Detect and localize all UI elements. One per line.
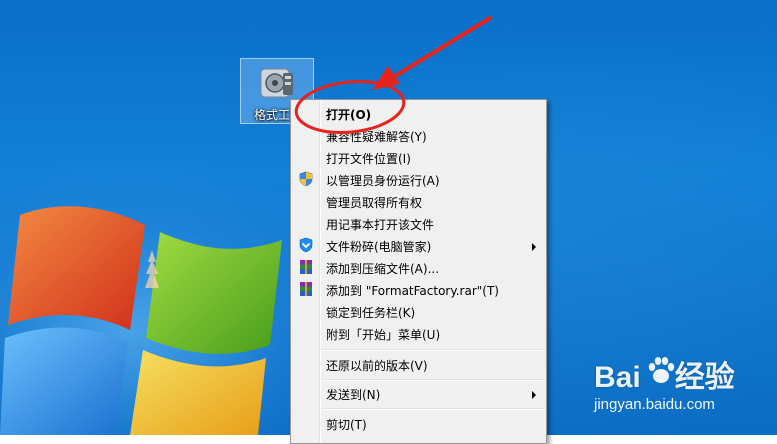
watermark-brand-left: Bai <box>594 361 641 394</box>
menu-item-open-file-location[interactable]: 打开文件位置(I) <box>293 147 544 168</box>
menu-item-label: 打开文件位置(I) <box>326 152 411 166</box>
menu-separator <box>322 349 544 351</box>
submenu-arrow-icon <box>532 391 536 399</box>
menu-item-pin-to-start[interactable]: 附到「开始」菜单(U) <box>293 323 544 344</box>
watermark-brand-right: 经验 <box>674 361 735 394</box>
menu-item-open[interactable]: 打开(O) <box>293 103 544 124</box>
uac-shield-icon <box>299 171 313 187</box>
menu-item-label: 附到「开始」菜单(U) <box>326 328 441 342</box>
menu-item-compat-troubleshoot[interactable]: 兼容性疑难解答(Y) <box>293 125 544 146</box>
menu-item-pin-to-taskbar[interactable]: 锁定到任务栏(K) <box>293 301 544 322</box>
menu-item-label: 文件粉碎(电脑管家) <box>326 240 432 254</box>
menu-item-send-to[interactable]: 发送到(N) <box>293 383 544 404</box>
menu-item-restore-previous-versions[interactable]: 还原以前的版本(V) <box>293 354 544 375</box>
menu-item-label: 用记事本打开该文件 <box>326 218 435 232</box>
submenu-arrow-icon <box>532 243 536 251</box>
menu-item-add-to-formatfactory-rar[interactable]: 添加到 "FormatFactory.rar"(T) <box>293 279 544 300</box>
menu-item-file-shredder[interactable]: 文件粉碎(电脑管家) <box>293 235 544 256</box>
format-factory-icon <box>260 68 293 98</box>
menu-separator <box>322 408 544 410</box>
menu-item-label: 锁定到任务栏(K) <box>326 306 416 320</box>
menu-item-label: 还原以前的版本(V) <box>326 359 428 373</box>
menu-item-take-ownership[interactable]: 管理员取得所有权 <box>293 191 544 212</box>
menu-item-open-with-notepad[interactable]: 用记事本打开该文件 <box>293 213 544 234</box>
menu-item-add-to-archive[interactable]: 添加到压缩文件(A)... <box>293 257 544 278</box>
menu-item-label: 发送到(N) <box>326 388 381 402</box>
menu-item-label: 以管理员身份运行(A) <box>326 174 440 188</box>
baidu-paw-icon <box>648 357 675 383</box>
menu-item-label: 剪切(T) <box>326 418 367 432</box>
menu-item-label: 添加到 "FormatFactory.rar"(T) <box>326 284 499 298</box>
menu-item-run-as-admin[interactable]: 以管理员身份运行(A) <box>293 169 544 190</box>
menu-separator <box>322 379 544 381</box>
menu-item-label: 添加到压缩文件(A)... <box>326 262 440 276</box>
menu-item-label: 管理员取得所有权 <box>326 196 423 210</box>
context-menu: 打开(O) 兼容性疑难解答(Y) 打开文件位置(I) 以管理员身份运行(A) 管… <box>290 99 547 444</box>
tencent-shield-icon <box>299 237 313 253</box>
watermark-url: jingyan.baidu.com <box>594 396 715 413</box>
menu-item-label: 兼容性疑难解答(Y) <box>326 130 427 144</box>
menu-item-label: 打开(O) <box>326 108 372 122</box>
winrar-icon <box>300 260 312 274</box>
menu-item-cut[interactable]: 剪切(T) <box>293 413 544 434</box>
winrar-icon <box>300 282 312 296</box>
baidu-jingyan-watermark: Bai 经验 jingyan.baidu.com <box>594 352 774 422</box>
